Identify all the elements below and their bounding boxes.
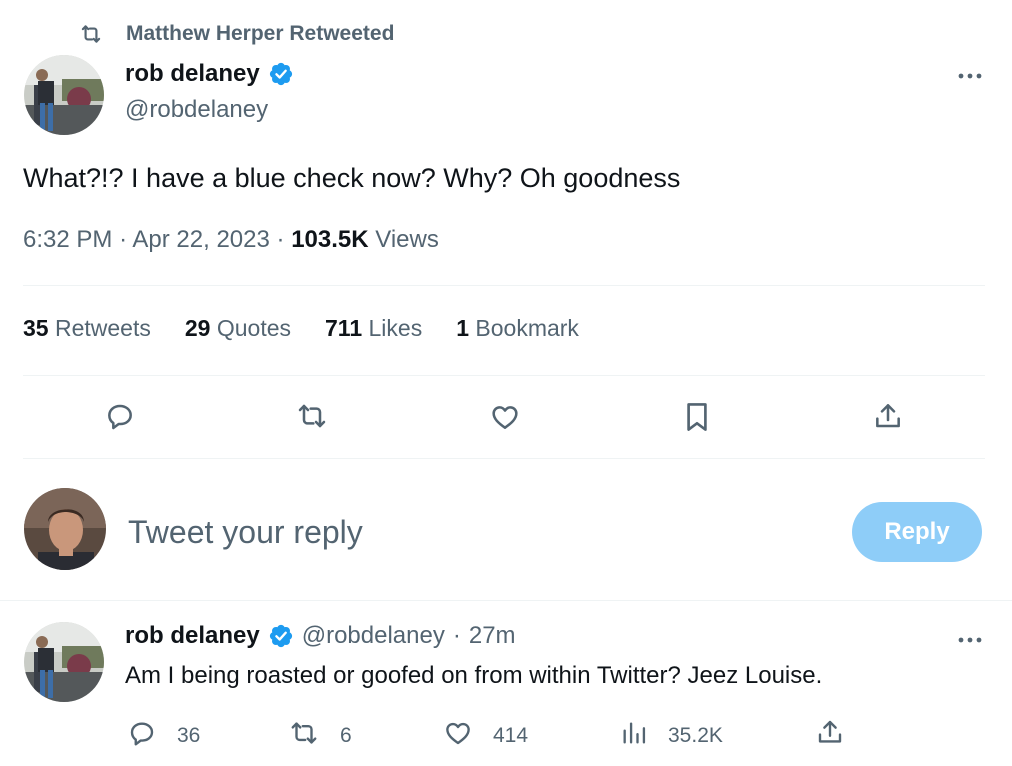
reply-views-action[interactable]: 35.2K xyxy=(620,718,723,753)
author-avatar[interactable] xyxy=(24,55,104,135)
verified-badge-icon xyxy=(268,623,294,649)
likes-stat[interactable]: 711 Likes xyxy=(325,315,422,342)
quotes-stat[interactable]: 29 Quotes xyxy=(185,315,291,342)
views-count: 35.2K xyxy=(668,723,723,747)
bookmark-icon[interactable] xyxy=(683,400,711,434)
reply-header: rob delaney @robdelaney · 27m xyxy=(125,622,516,650)
retweet-icon[interactable] xyxy=(295,400,329,432)
tweet-meta: 6:32 PM · Apr 22, 2023 · 103.5K Views xyxy=(23,226,439,253)
retweet-icon xyxy=(78,21,104,47)
bookmarks-stat[interactable]: 1 Bookmark xyxy=(456,315,579,342)
tweet-date[interactable]: Apr 22, 2023 xyxy=(132,226,269,253)
replies-count: 36 xyxy=(177,723,201,747)
like-icon xyxy=(443,718,473,753)
reply-input[interactable]: Tweet your reply xyxy=(128,514,363,551)
tweet-stats: 35 Retweets 29 Quotes 711 Likes 1 Bookma… xyxy=(23,315,579,342)
retweet-context[interactable]: Matthew Herper Retweeted xyxy=(78,20,394,48)
share-icon[interactable] xyxy=(815,716,845,748)
reply-icon xyxy=(127,718,157,753)
reply-likes-action[interactable]: 414 xyxy=(443,718,528,753)
reply-author-name[interactable]: rob delaney xyxy=(125,622,260,650)
retweets-stat[interactable]: 35 Retweets xyxy=(23,315,151,342)
views-label: Views xyxy=(375,226,439,253)
author-handle[interactable]: @robdelaney xyxy=(125,96,268,124)
tweet-text: What?!? I have a blue check now? Why? Oh… xyxy=(23,163,681,193)
reply-button[interactable]: Reply xyxy=(852,502,982,562)
reply-icon[interactable] xyxy=(104,400,136,432)
reply-text: Am I being roasted or goofed on from wit… xyxy=(125,662,823,689)
user-avatar[interactable] xyxy=(24,488,106,570)
verified-badge-icon xyxy=(268,61,294,87)
divider xyxy=(0,600,1012,601)
views-count: 103.5K xyxy=(291,226,369,253)
retweeted-by-label: Matthew Herper Retweeted xyxy=(126,22,395,45)
analytics-icon xyxy=(620,718,648,753)
reply-time[interactable]: 27m xyxy=(469,622,516,650)
tweet-time[interactable]: 6:32 PM xyxy=(23,226,112,253)
divider xyxy=(23,285,985,286)
author-name[interactable]: rob delaney xyxy=(125,60,260,88)
reply-retweets-action[interactable]: 6 xyxy=(288,718,352,753)
retweet-icon xyxy=(288,718,320,753)
retweets-count: 6 xyxy=(340,723,352,747)
more-options-icon[interactable] xyxy=(956,68,984,84)
more-options-icon[interactable] xyxy=(956,632,984,648)
divider xyxy=(23,375,985,376)
reply-author-avatar[interactable] xyxy=(24,622,104,702)
divider xyxy=(23,458,985,459)
like-icon[interactable] xyxy=(488,401,522,433)
separator-dot: · xyxy=(452,622,461,649)
likes-count: 414 xyxy=(493,723,529,747)
reply-author-handle[interactable]: @robdelaney xyxy=(302,622,445,650)
share-icon[interactable] xyxy=(872,399,904,433)
reply-replies-action[interactable]: 36 xyxy=(127,718,200,753)
